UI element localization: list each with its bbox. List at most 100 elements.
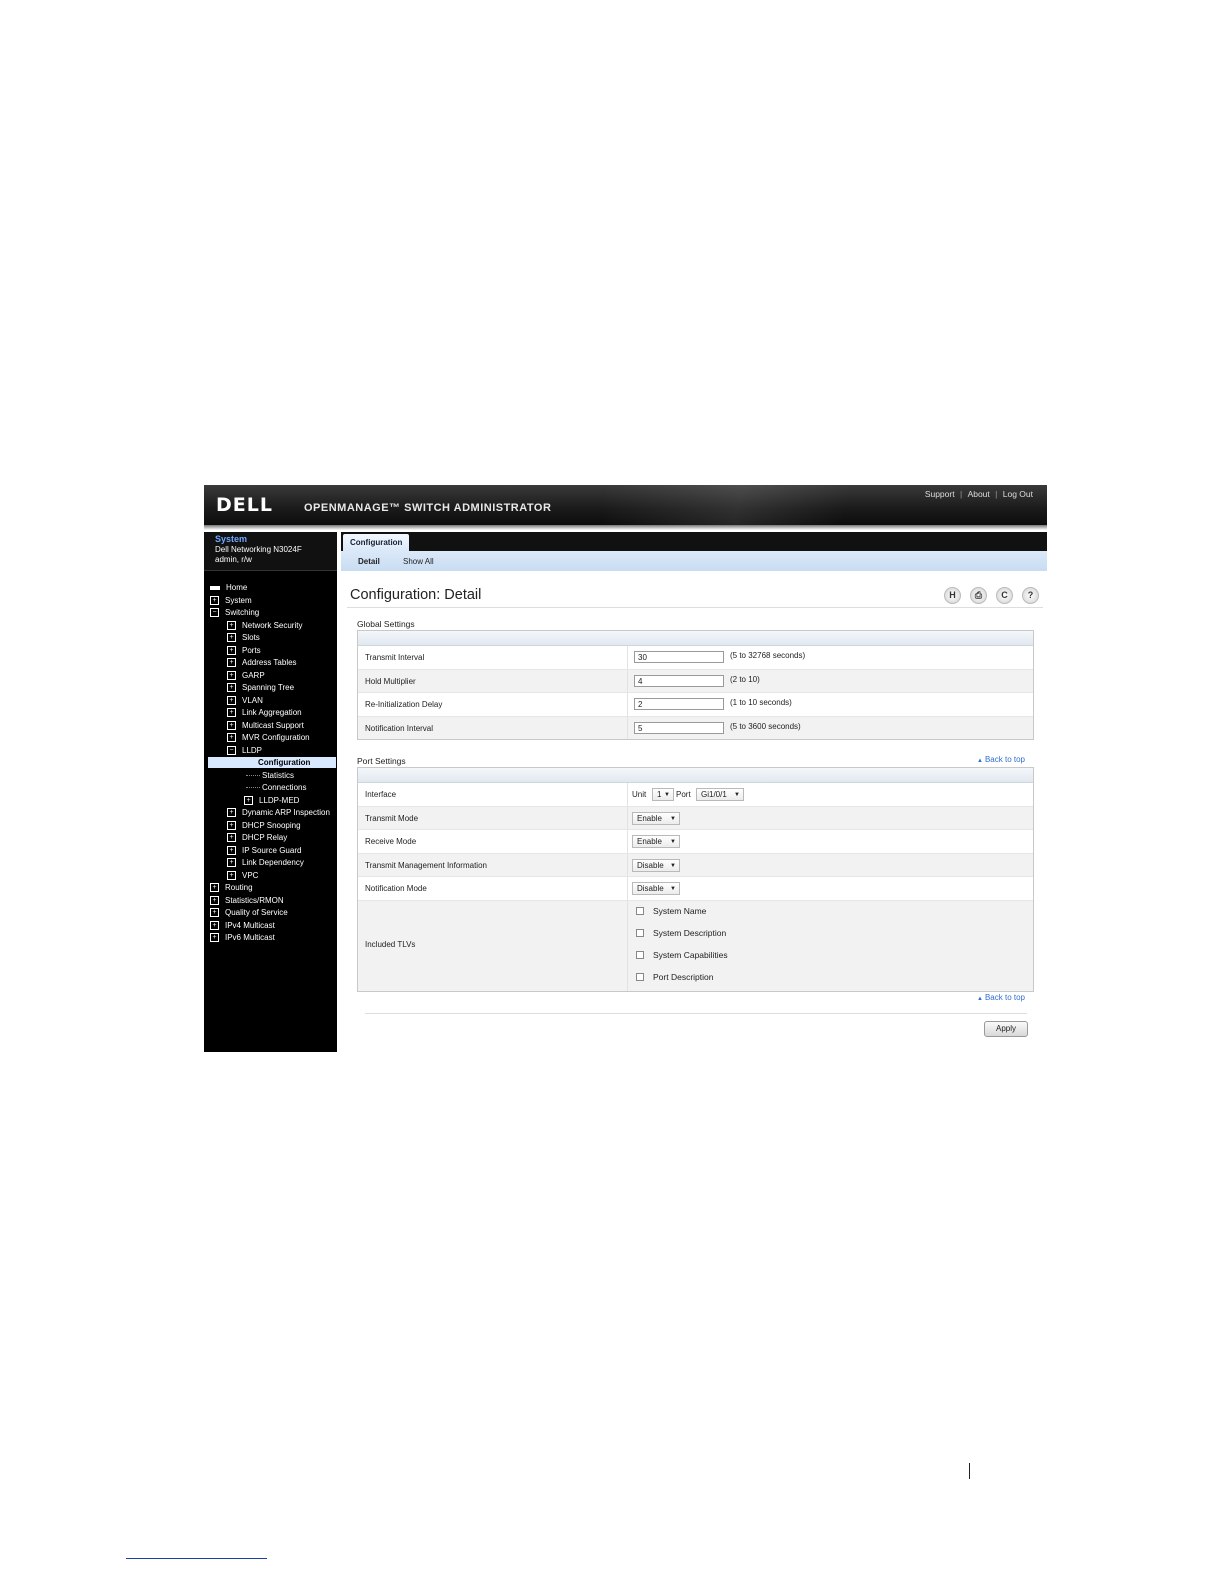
checkbox[interactable] xyxy=(636,929,644,938)
nav-dhcp-relay[interactable]: + DHCP Relay xyxy=(227,832,287,843)
nav-statistics-rmon[interactable]: + Statistics/RMON xyxy=(210,895,284,906)
checkbox[interactable] xyxy=(636,973,644,982)
logout-link[interactable]: Log Out xyxy=(1003,489,1033,499)
tlv-system-capabilities[interactable]: System Capabilities xyxy=(636,950,728,960)
tlv-port-description[interactable]: Port Description xyxy=(636,972,713,982)
transmit-mode-select[interactable]: Enable ▼ xyxy=(632,811,680,825)
expand-icon[interactable]: + xyxy=(227,708,236,718)
expand-icon[interactable]: + xyxy=(227,833,236,843)
nav-home[interactable]: Home xyxy=(210,582,247,593)
row-label: Hold Multiplier xyxy=(365,676,416,686)
nav-quality-of-service[interactable]: + Quality of Service xyxy=(210,907,288,918)
expand-icon[interactable]: + xyxy=(210,883,219,893)
nav-label: MVR Configuration xyxy=(242,733,310,742)
collapse-icon[interactable]: − xyxy=(210,608,219,618)
expand-icon[interactable]: + xyxy=(227,858,236,868)
nav-lldp-configuration[interactable]: Configuration xyxy=(208,757,336,768)
refresh-icon[interactable]: C xyxy=(996,587,1013,604)
checkbox-label: System Name xyxy=(653,905,707,916)
nav-network-security[interactable]: + Network Security xyxy=(227,620,302,631)
nav-lldp-med[interactable]: + LLDP-MED xyxy=(244,795,299,806)
expand-icon[interactable]: + xyxy=(227,670,236,680)
tlv-system-description[interactable]: System Description xyxy=(636,928,726,938)
notification-mode-select[interactable]: Disable ▼ xyxy=(632,882,680,895)
expand-icon[interactable]: + xyxy=(227,695,236,705)
expand-icon[interactable]: + xyxy=(210,908,219,918)
nav-mvr-configuration[interactable]: + MVR Configuration xyxy=(227,732,310,743)
nav-dhcp-snooping[interactable]: + DHCP Snooping xyxy=(227,820,301,831)
expand-icon[interactable]: + xyxy=(210,920,219,930)
expand-icon[interactable]: + xyxy=(227,633,236,643)
nav-lldp-connections[interactable]: Connections xyxy=(246,782,306,793)
nav-link-aggregation[interactable]: + Link Aggregation xyxy=(227,707,302,718)
expand-icon[interactable]: + xyxy=(227,870,236,880)
receive-mode-select[interactable]: Enable ▼ xyxy=(632,835,680,848)
expand-icon[interactable]: + xyxy=(227,845,236,855)
back-to-top-link[interactable]: ▲ Back to top xyxy=(977,993,1025,1002)
link-separator: | xyxy=(995,489,998,499)
nav-slots[interactable]: + Slots xyxy=(227,632,260,643)
nav-system[interactable]: + System xyxy=(210,595,252,606)
help-icon[interactable]: ? xyxy=(1022,587,1039,604)
nav-link-dependency[interactable]: + Link Dependency xyxy=(227,857,304,868)
expand-icon[interactable]: + xyxy=(210,595,219,605)
nav-switching[interactable]: − Switching xyxy=(210,607,259,618)
nav-label: Routing xyxy=(225,883,253,892)
nav-address-tables[interactable]: + Address Tables xyxy=(227,657,297,668)
expand-icon[interactable]: + xyxy=(227,658,236,668)
subtab-show-all[interactable]: Show All xyxy=(403,557,434,566)
back-to-top-link[interactable]: ▲ Back to top xyxy=(977,755,1025,764)
expand-icon[interactable]: + xyxy=(227,620,236,630)
nav-ip-source-guard[interactable]: + IP Source Guard xyxy=(227,845,301,856)
expand-icon[interactable]: + xyxy=(210,933,219,943)
checkbox[interactable] xyxy=(636,951,644,960)
support-link[interactable]: Support xyxy=(925,489,955,499)
expand-icon[interactable]: + xyxy=(227,720,236,730)
global-settings-panel: Transmit Interval 30 (5 to 32768 seconds… xyxy=(357,630,1034,740)
row-label: Transmit Interval xyxy=(365,653,425,662)
checkbox[interactable] xyxy=(636,907,644,916)
nav-multicast-support[interactable]: + Multicast Support xyxy=(227,720,304,731)
unit-select[interactable]: 1 ▼ xyxy=(652,788,674,801)
subtab-detail[interactable]: Detail xyxy=(358,557,380,566)
expand-icon[interactable]: + xyxy=(227,820,236,830)
expand-icon[interactable]: + xyxy=(210,895,219,905)
hold-multiplier-row: Hold Multiplier 4 (2 to 10) xyxy=(358,669,1033,693)
tab-configuration[interactable]: Configuration xyxy=(343,534,410,551)
nav-ipv4-multicast[interactable]: + IPv4 Multicast xyxy=(210,920,275,931)
about-link[interactable]: About xyxy=(968,489,990,499)
nav-dynamic-arp[interactable]: + Dynamic ARP Inspection xyxy=(227,807,330,818)
transmit-interval-input[interactable]: 30 xyxy=(634,651,724,663)
nav-routing[interactable]: + Routing xyxy=(210,882,253,893)
apply-button[interactable]: Apply xyxy=(984,1021,1028,1037)
save-icon[interactable]: H xyxy=(944,587,961,604)
expand-icon[interactable]: + xyxy=(227,733,236,743)
nav-ports[interactable]: + Ports xyxy=(227,645,261,656)
notification-interval-input[interactable]: 5 xyxy=(634,721,724,734)
nav-ipv6-multicast[interactable]: + IPv6 Multicast xyxy=(210,932,275,943)
collapse-icon[interactable]: − xyxy=(227,745,236,755)
nav-vlan[interactable]: + VLAN xyxy=(227,695,263,706)
reinit-delay-input[interactable]: 2 xyxy=(634,698,724,710)
chevron-down-icon: ▼ xyxy=(670,839,676,845)
nav-spanning-tree[interactable]: + Spanning Tree xyxy=(227,682,294,693)
expand-icon[interactable]: + xyxy=(244,795,253,805)
row-label: Notification Interval xyxy=(365,723,434,733)
nav-lldp-statistics[interactable]: Statistics xyxy=(246,770,294,781)
transmit-mode-row: Transmit Mode Enable ▼ xyxy=(358,806,1033,830)
transmit-mgmt-info-select[interactable]: Disable ▼ xyxy=(632,858,680,872)
port-select[interactable]: Gi1/0/1 ▼ xyxy=(696,788,744,801)
chevron-down-icon: ▼ xyxy=(734,792,740,798)
select-value: Disable xyxy=(637,860,664,870)
print-icon[interactable]: ⎙ xyxy=(970,587,987,604)
tlv-system-name[interactable]: System Name xyxy=(636,906,706,916)
chevron-down-icon: ▼ xyxy=(664,792,670,798)
expand-icon[interactable]: + xyxy=(227,683,236,693)
nav-vpc[interactable]: + VPC xyxy=(227,870,258,881)
hold-multiplier-input[interactable]: 4 xyxy=(634,674,724,687)
nav-lldp[interactable]: − LLDP xyxy=(227,745,262,756)
expand-icon[interactable]: + xyxy=(227,645,236,655)
nav-garp[interactable]: + GARP xyxy=(227,670,265,681)
system-title[interactable]: System xyxy=(215,534,247,544)
expand-icon[interactable]: + xyxy=(227,808,236,818)
